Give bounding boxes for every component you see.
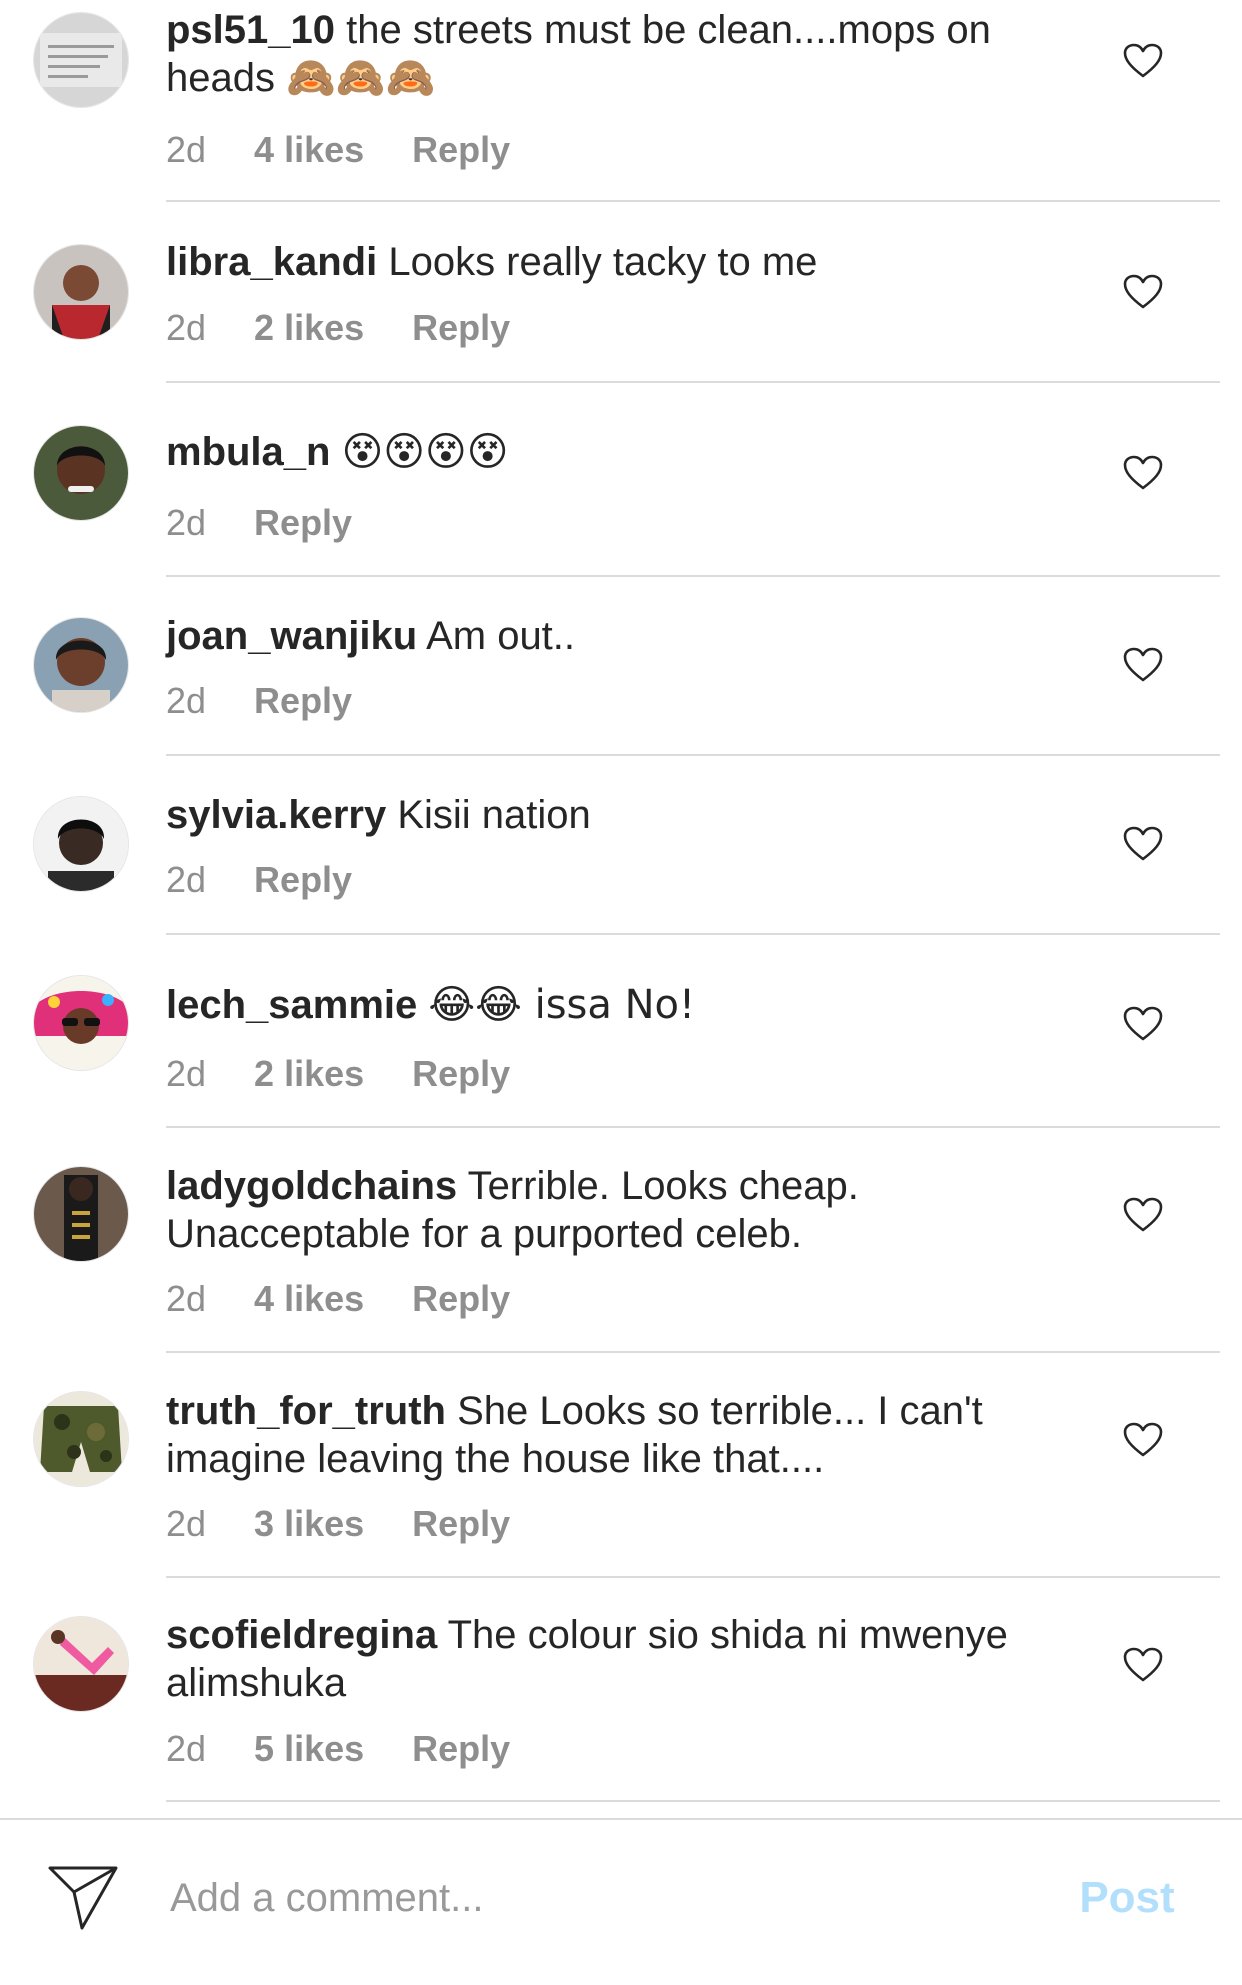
avatar[interactable]: [34, 618, 128, 712]
avatar[interactable]: [34, 426, 128, 520]
comment-likes[interactable]: 5 likes: [254, 1728, 364, 1769]
comment-time: 2d: [166, 1278, 207, 1319]
send-icon[interactable]: [46, 1862, 120, 1932]
comment-body: 😵😵😵😵: [341, 429, 509, 475]
reply-button[interactable]: Reply: [254, 502, 352, 543]
heart-icon[interactable]: [1123, 1006, 1163, 1042]
divider: [166, 381, 1220, 383]
comment-meta: 2d Reply: [166, 856, 400, 904]
reply-button[interactable]: Reply: [254, 680, 352, 721]
divider: [166, 575, 1220, 577]
comment-meta: 2d Reply: [166, 499, 400, 547]
comment-likes[interactable]: 4 likes: [254, 129, 364, 170]
comment-time: 2d: [166, 1053, 207, 1094]
comment-username[interactable]: sylvia.kerry: [166, 793, 386, 837]
heart-icon[interactable]: [1123, 826, 1163, 862]
reply-button[interactable]: Reply: [412, 1053, 510, 1094]
post-button[interactable]: Post: [1072, 1870, 1182, 1926]
comment-meta: 2d 4 likes Reply: [166, 1275, 558, 1323]
comment-text: sylvia.kerry Kisii nation: [166, 791, 1066, 839]
comment-likes[interactable]: 2 likes: [254, 307, 364, 348]
comment-body: Am out..: [426, 614, 576, 658]
comment-meta: 2d 5 likes Reply: [166, 1725, 558, 1773]
divider: [166, 1800, 1220, 1802]
comment-text: mbula_n 😵😵😵😵: [166, 428, 1066, 476]
comment-time: 2d: [166, 1728, 207, 1769]
avatar[interactable]: [34, 13, 128, 107]
comment-username[interactable]: ladygoldchains: [166, 1164, 457, 1208]
avatar[interactable]: [34, 1617, 128, 1711]
heart-icon[interactable]: [1123, 647, 1163, 683]
comment-likes[interactable]: 3 likes: [254, 1503, 364, 1544]
comment-time: 2d: [166, 129, 207, 170]
comment-username[interactable]: psl51_10: [166, 8, 335, 52]
avatar[interactable]: [34, 245, 128, 339]
reply-button[interactable]: Reply: [412, 1278, 510, 1319]
divider: [166, 754, 1220, 756]
comment-username[interactable]: lech_sammie: [166, 983, 417, 1027]
comment-meta: 2d Reply: [166, 677, 400, 725]
heart-icon[interactable]: [1123, 274, 1163, 310]
comment-time: 2d: [166, 1503, 207, 1544]
reply-button[interactable]: Reply: [412, 307, 510, 348]
comment-username[interactable]: truth_for_truth: [166, 1389, 446, 1433]
comment-text: libra_kandi Looks really tacky to me: [166, 238, 1066, 286]
comment-time: 2d: [166, 859, 207, 900]
comment-username[interactable]: libra_kandi: [166, 240, 377, 284]
comment-time: 2d: [166, 307, 207, 348]
comment-body: Looks really tacky to me: [388, 240, 818, 284]
comment-text: psl51_10 the streets must be clean....mo…: [166, 6, 1066, 102]
reply-button[interactable]: Reply: [412, 1728, 510, 1769]
avatar[interactable]: [34, 1392, 128, 1486]
comment-meta: 2d 2 likes Reply: [166, 304, 558, 352]
comment-meta: 2d 2 likes Reply: [166, 1050, 558, 1098]
comment-likes[interactable]: 2 likes: [254, 1053, 364, 1094]
comment-meta: 2d 3 likes Reply: [166, 1500, 558, 1548]
comment-likes[interactable]: 4 likes: [254, 1278, 364, 1319]
reply-button[interactable]: Reply: [412, 1503, 510, 1544]
avatar[interactable]: [34, 1167, 128, 1261]
divider: [166, 1126, 1220, 1128]
avatar[interactable]: [34, 797, 128, 891]
comment-meta: 2d 4 likes Reply: [166, 126, 558, 174]
divider: [166, 1351, 1220, 1353]
comment-time: 2d: [166, 680, 207, 721]
comment-text: scofieldregina The colour sio shida ni m…: [166, 1611, 1066, 1707]
avatar[interactable]: [34, 976, 128, 1070]
comment-text: joan_wanjiku Am out..: [166, 612, 1066, 660]
heart-icon[interactable]: [1123, 1422, 1163, 1458]
divider: [166, 1576, 1220, 1578]
comment-username[interactable]: mbula_n: [166, 430, 330, 474]
reply-button[interactable]: Reply: [254, 859, 352, 900]
comment-username[interactable]: joan_wanjiku: [166, 614, 417, 658]
comment-input[interactable]: [170, 1870, 850, 1926]
comment-composer: Post: [0, 1818, 1242, 1985]
comment-text: ladygoldchains Terrible. Looks cheap. Un…: [166, 1162, 1066, 1258]
divider: [166, 933, 1220, 935]
reply-button[interactable]: Reply: [412, 129, 510, 170]
comment-body: Kisii nation: [397, 793, 591, 837]
comment-text: truth_for_truth She Looks so terrible...…: [166, 1387, 1066, 1483]
heart-icon[interactable]: [1123, 1647, 1163, 1683]
heart-icon[interactable]: [1123, 1197, 1163, 1233]
comment-username[interactable]: scofieldregina: [166, 1613, 437, 1657]
comment-time: 2d: [166, 502, 207, 543]
heart-icon[interactable]: [1123, 43, 1163, 79]
heart-icon[interactable]: [1123, 455, 1163, 491]
comment-text: lech_sammie 😂😂 issa No!: [166, 981, 1066, 1029]
divider: [166, 200, 1220, 202]
comment-body: 😂😂 issa No!: [428, 982, 696, 1028]
